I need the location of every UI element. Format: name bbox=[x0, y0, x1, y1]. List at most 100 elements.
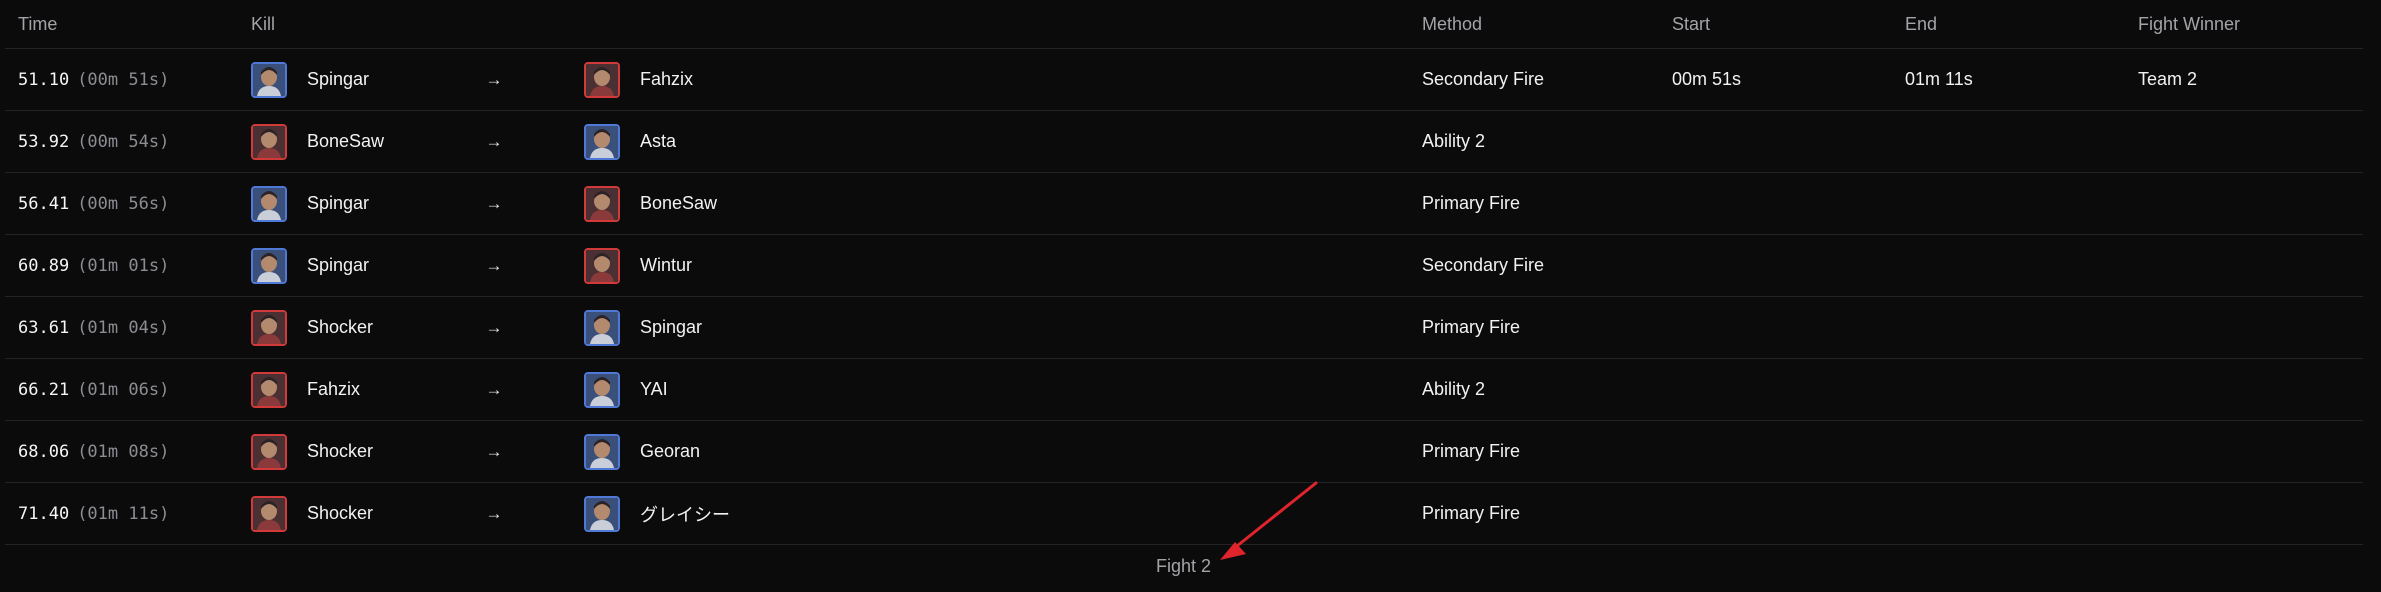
killer-name: Fahzix bbox=[307, 379, 361, 399]
victim-hero-portrait-icon bbox=[584, 185, 620, 222]
method-cell: Primary Fire bbox=[1422, 317, 1520, 337]
victim-name: Asta bbox=[640, 131, 677, 151]
victim-cell: BoneSaw bbox=[584, 173, 717, 234]
time-value: 71.40 bbox=[18, 503, 70, 524]
header-method: Method bbox=[1422, 14, 1483, 34]
victim-cell: Spingar bbox=[584, 297, 702, 358]
killer-name: Shocker bbox=[307, 503, 374, 523]
time-value: 51.10 bbox=[18, 69, 70, 90]
arrow-cell: → bbox=[484, 235, 504, 296]
time-value: 68.06 bbox=[18, 441, 70, 462]
table-row: 66.21 (01m 06s) Fahzix → YAI Ability 2 bbox=[5, 359, 2363, 421]
right-arrow-icon: → bbox=[485, 317, 503, 337]
victim-hero-portrait-icon bbox=[584, 309, 620, 346]
time-value: 63.61 bbox=[18, 317, 70, 338]
killer-hero-portrait-icon bbox=[251, 247, 287, 284]
time-cell: 51.10 (00m 51s) bbox=[18, 49, 169, 110]
time-cell: 71.40 (01m 11s) bbox=[18, 483, 169, 544]
end-cell: 01m 11s bbox=[1905, 69, 1973, 89]
killer-cell: Fahzix bbox=[251, 359, 360, 420]
victim-name: Wintur bbox=[640, 255, 693, 275]
killer-name: Spingar bbox=[307, 255, 370, 275]
killer-hero-portrait-icon bbox=[251, 309, 287, 346]
killer-hero-portrait-icon bbox=[251, 185, 287, 222]
page: Time Kill Method Start End Fight Winner … bbox=[0, 0, 2381, 592]
victim-hero-portrait-icon bbox=[584, 495, 620, 532]
victim-name: BoneSaw bbox=[640, 193, 718, 213]
victim-name: YAI bbox=[640, 379, 668, 399]
killer-name: Shocker bbox=[307, 317, 374, 337]
fight-winner-cell: Team 2 bbox=[2138, 69, 2198, 89]
right-arrow-icon: → bbox=[485, 255, 503, 275]
victim-cell: Georan bbox=[584, 421, 700, 482]
time-formatted: (01m 08s) bbox=[77, 441, 170, 462]
killer-name: Spingar bbox=[307, 193, 370, 213]
time-cell: 68.06 (01m 08s) bbox=[18, 421, 169, 482]
time-formatted: (00m 54s) bbox=[77, 131, 170, 152]
method-cell: Secondary Fire bbox=[1422, 69, 1545, 89]
method-cell: Primary Fire bbox=[1422, 441, 1520, 461]
victim-cell: Asta bbox=[584, 111, 676, 172]
table-row: 68.06 (01m 08s) Shocker → Georan Primary Fire bbox=[5, 421, 2363, 483]
time-cell: 56.41 (00m 56s) bbox=[18, 173, 169, 234]
killer-cell: Shocker bbox=[251, 421, 373, 482]
killer-hero-portrait-icon bbox=[251, 371, 287, 408]
table-row: 71.40 (01m 11s) Shocker → グレイシー Primary Fire bbox=[5, 483, 2363, 545]
victim-hero-portrait-icon bbox=[584, 433, 620, 470]
time-formatted: (00m 56s) bbox=[77, 193, 170, 214]
time-value: 53.92 bbox=[18, 131, 70, 152]
table-row: 60.89 (01m 01s) Spingar → Wintur Secondary Fi… bbox=[5, 235, 2363, 297]
time-value: 66.21 bbox=[18, 379, 70, 400]
killer-cell: Shocker bbox=[251, 483, 373, 544]
arrow-cell: → bbox=[484, 173, 504, 234]
header-time: Time bbox=[18, 14, 58, 34]
time-formatted: (01m 06s) bbox=[77, 379, 170, 400]
table-body: 51.10 (00m 51s) Spingar → Fahzix Secondary Fi… bbox=[5, 49, 2363, 545]
time-cell: 60.89 (01m 01s) bbox=[18, 235, 169, 296]
killer-cell: Spingar bbox=[251, 235, 369, 296]
time-formatted: (01m 11s) bbox=[77, 503, 170, 524]
time-value: 60.89 bbox=[18, 255, 70, 276]
right-arrow-icon: → bbox=[485, 503, 503, 523]
right-arrow-icon: → bbox=[485, 131, 503, 151]
killer-hero-portrait-icon bbox=[251, 61, 287, 98]
victim-hero-portrait-icon bbox=[584, 247, 620, 284]
arrow-cell: → bbox=[484, 483, 504, 544]
method-cell: Ability 2 bbox=[1422, 379, 1486, 399]
arrow-cell: → bbox=[484, 49, 504, 110]
victim-cell: Fahzix bbox=[584, 49, 693, 110]
table-row: 51.10 (00m 51s) Spingar → Fahzix Secondary Fi… bbox=[5, 49, 2363, 111]
right-arrow-icon: → bbox=[485, 193, 503, 213]
time-value: 56.41 bbox=[18, 193, 70, 214]
method-cell: Primary Fire bbox=[1422, 503, 1520, 523]
time-formatted: (01m 04s) bbox=[77, 317, 170, 338]
killer-cell: BoneSaw bbox=[251, 111, 384, 172]
arrow-cell: → bbox=[484, 421, 504, 482]
time-formatted: (00m 51s) bbox=[77, 69, 170, 90]
right-arrow-icon: → bbox=[485, 69, 503, 89]
killer-cell: Shocker bbox=[251, 297, 373, 358]
header-end: End bbox=[1905, 14, 1938, 34]
table-row: 63.61 (01m 04s) Shocker → Spingar Primary Fir… bbox=[5, 297, 2363, 359]
killer-name: Shocker bbox=[307, 441, 374, 461]
header-start: Start bbox=[1672, 14, 1711, 34]
start-cell: 00m 51s bbox=[1672, 69, 1742, 89]
fight-label: Fight 2 bbox=[1156, 556, 1212, 576]
victim-cell: YAI bbox=[584, 359, 668, 420]
killer-name: BoneSaw bbox=[307, 131, 385, 151]
victim-name: Fahzix bbox=[640, 69, 694, 89]
time-formatted: (01m 01s) bbox=[77, 255, 170, 276]
method-cell: Ability 2 bbox=[1422, 131, 1486, 151]
method-cell: Primary Fire bbox=[1422, 193, 1520, 213]
killer-hero-portrait-icon bbox=[251, 123, 287, 160]
header-fight-winner: Fight Winner bbox=[2138, 14, 2241, 34]
time-cell: 63.61 (01m 04s) bbox=[18, 297, 169, 358]
table-header-row: Time Kill Method Start End Fight Winner bbox=[5, 0, 2363, 49]
table-row: 53.92 (00m 54s) BoneSaw → Asta Ability 2 bbox=[5, 111, 2363, 173]
victim-name: Spingar bbox=[640, 317, 703, 337]
killer-cell: Spingar bbox=[251, 173, 369, 234]
killer-hero-portrait-icon bbox=[251, 433, 287, 470]
header-kill: Kill bbox=[251, 14, 276, 34]
victim-hero-portrait-icon bbox=[584, 123, 620, 160]
kill-feed-table: Time Kill Method Start End Fight Winner … bbox=[5, 0, 2363, 545]
